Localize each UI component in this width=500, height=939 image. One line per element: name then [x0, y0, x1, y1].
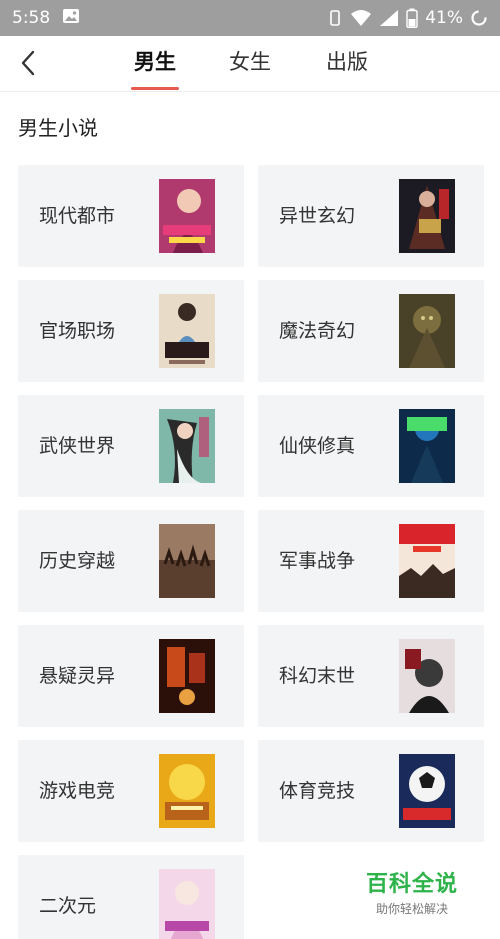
category-label: 悬疑灵异	[39, 665, 116, 687]
rotation-icon	[327, 10, 343, 26]
watermark-title: 百科全说	[365, 872, 458, 897]
tab-female[interactable]: 女生	[220, 36, 280, 92]
category-card-acg[interactable]: 二次元	[18, 855, 244, 939]
category-card-wuxia[interactable]: 武侠世界	[18, 395, 244, 497]
watermark-subtitle: 助你轻松解决	[375, 902, 448, 916]
category-label: 游戏电竞	[39, 780, 116, 802]
back-button[interactable]	[14, 48, 44, 78]
category-card-xianxia[interactable]: 仙侠修真	[258, 395, 484, 497]
book-cover-image	[159, 639, 215, 713]
status-bar: 5:58 41%	[0, 0, 500, 36]
category-label: 武侠世界	[39, 435, 116, 457]
category-label: 官场职场	[39, 320, 116, 342]
category-label: 二次元	[39, 895, 97, 917]
category-label: 体育竞技	[279, 780, 356, 802]
book-cover-image	[159, 409, 215, 483]
wifi-icon	[350, 9, 372, 27]
book-cover-image	[399, 524, 455, 598]
category-card-sports[interactable]: 体育竞技	[258, 740, 484, 842]
category-card-mystery[interactable]: 悬疑灵异	[18, 625, 244, 727]
category-card-gaming[interactable]: 游戏电竞	[18, 740, 244, 842]
category-card-military[interactable]: 军事战争	[258, 510, 484, 612]
book-cover-image	[159, 294, 215, 368]
category-card-fantasy[interactable]: 异世玄幻	[258, 165, 484, 267]
book-cover-image	[159, 179, 215, 253]
tab-label: 女生	[229, 50, 271, 74]
category-card-scifi[interactable]: 科幻末世	[258, 625, 484, 727]
book-cover-image	[159, 869, 215, 939]
top-nav-bar: 男生 女生 出版	[0, 36, 500, 92]
category-label: 军事战争	[279, 550, 356, 572]
category-card-magic[interactable]: 魔法奇幻	[258, 280, 484, 382]
chevron-left-icon	[21, 50, 35, 76]
book-cover-image	[159, 524, 215, 598]
section-title: 男生小说	[18, 116, 98, 140]
book-cover-image	[399, 409, 455, 483]
sync-icon	[470, 9, 488, 27]
book-cover-image	[399, 294, 455, 368]
category-card-urban[interactable]: 现代都市	[18, 165, 244, 267]
tab-label: 男生	[134, 50, 176, 74]
cellular-signal-icon	[379, 9, 399, 27]
book-cover-image	[399, 179, 455, 253]
book-cover-image	[399, 639, 455, 713]
battery-percent: 41%	[425, 8, 463, 28]
category-card-history[interactable]: 历史穿越	[18, 510, 244, 612]
book-cover-image	[399, 754, 455, 828]
image-notification-icon	[62, 8, 80, 29]
category-label: 仙侠修真	[279, 435, 356, 457]
status-time: 5:58	[12, 8, 51, 28]
book-cover-image	[159, 754, 215, 828]
battery-icon	[406, 8, 418, 28]
watermark: 百科全说 助你轻松解决	[364, 866, 460, 917]
category-label: 现代都市	[39, 205, 116, 227]
category-label: 历史穿越	[39, 550, 116, 572]
category-label: 异世玄幻	[279, 205, 356, 227]
category-label: 科幻末世	[279, 665, 356, 687]
tab-publishing[interactable]: 出版	[317, 36, 377, 92]
category-card-officialdom[interactable]: 官场职场	[18, 280, 244, 382]
category-label: 魔法奇幻	[279, 320, 356, 342]
active-tab-indicator	[131, 87, 179, 90]
tab-male[interactable]: 男生	[125, 36, 185, 92]
tab-label: 出版	[326, 50, 368, 74]
